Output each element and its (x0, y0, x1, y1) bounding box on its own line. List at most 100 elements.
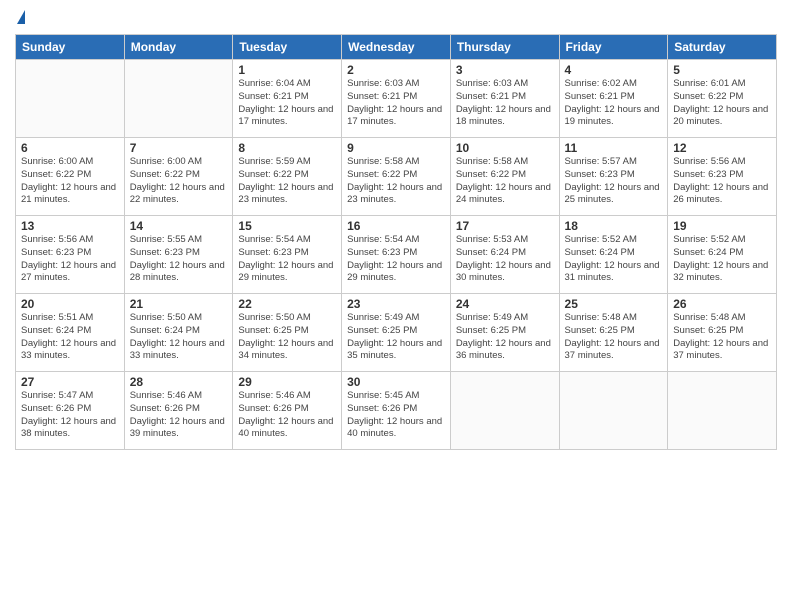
day-info: Sunrise: 5:54 AM Sunset: 6:23 PM Dayligh… (238, 234, 336, 285)
calendar-cell: 7Sunrise: 6:00 AM Sunset: 6:22 PM Daylig… (124, 138, 233, 216)
calendar-cell: 26Sunrise: 5:48 AM Sunset: 6:25 PM Dayli… (668, 294, 777, 372)
calendar-cell: 29Sunrise: 5:46 AM Sunset: 6:26 PM Dayli… (233, 372, 342, 450)
day-info: Sunrise: 6:04 AM Sunset: 6:21 PM Dayligh… (238, 78, 336, 129)
calendar-cell: 1Sunrise: 6:04 AM Sunset: 6:21 PM Daylig… (233, 60, 342, 138)
calendar-cell: 4Sunrise: 6:02 AM Sunset: 6:21 PM Daylig… (559, 60, 668, 138)
day-number: 13 (21, 219, 119, 233)
day-number: 20 (21, 297, 119, 311)
day-info: Sunrise: 5:47 AM Sunset: 6:26 PM Dayligh… (21, 390, 119, 441)
calendar-week-row: 20Sunrise: 5:51 AM Sunset: 6:24 PM Dayli… (16, 294, 777, 372)
calendar-cell: 20Sunrise: 5:51 AM Sunset: 6:24 PM Dayli… (16, 294, 125, 372)
calendar-cell: 15Sunrise: 5:54 AM Sunset: 6:23 PM Dayli… (233, 216, 342, 294)
day-number: 17 (456, 219, 554, 233)
day-number: 11 (565, 141, 663, 155)
calendar-cell: 23Sunrise: 5:49 AM Sunset: 6:25 PM Dayli… (342, 294, 451, 372)
day-info: Sunrise: 5:51 AM Sunset: 6:24 PM Dayligh… (21, 312, 119, 363)
day-number: 29 (238, 375, 336, 389)
page: SundayMondayTuesdayWednesdayThursdayFrid… (0, 0, 792, 612)
logo-text (15, 10, 25, 26)
calendar-header-row: SundayMondayTuesdayWednesdayThursdayFrid… (16, 35, 777, 60)
day-number: 8 (238, 141, 336, 155)
day-info: Sunrise: 5:56 AM Sunset: 6:23 PM Dayligh… (673, 156, 771, 207)
day-number: 14 (130, 219, 228, 233)
calendar-cell (559, 372, 668, 450)
day-number: 7 (130, 141, 228, 155)
logo (15, 10, 25, 26)
calendar-cell: 27Sunrise: 5:47 AM Sunset: 6:26 PM Dayli… (16, 372, 125, 450)
day-info: Sunrise: 5:56 AM Sunset: 6:23 PM Dayligh… (21, 234, 119, 285)
day-info: Sunrise: 5:46 AM Sunset: 6:26 PM Dayligh… (238, 390, 336, 441)
day-info: Sunrise: 5:50 AM Sunset: 6:25 PM Dayligh… (238, 312, 336, 363)
day-info: Sunrise: 5:48 AM Sunset: 6:25 PM Dayligh… (673, 312, 771, 363)
day-number: 18 (565, 219, 663, 233)
day-info: Sunrise: 5:52 AM Sunset: 6:24 PM Dayligh… (673, 234, 771, 285)
calendar-cell: 6Sunrise: 6:00 AM Sunset: 6:22 PM Daylig… (16, 138, 125, 216)
calendar-cell: 3Sunrise: 6:03 AM Sunset: 6:21 PM Daylig… (450, 60, 559, 138)
day-info: Sunrise: 5:45 AM Sunset: 6:26 PM Dayligh… (347, 390, 445, 441)
calendar-week-row: 13Sunrise: 5:56 AM Sunset: 6:23 PM Dayli… (16, 216, 777, 294)
calendar-cell (16, 60, 125, 138)
day-number: 27 (21, 375, 119, 389)
day-number: 22 (238, 297, 336, 311)
calendar-cell: 9Sunrise: 5:58 AM Sunset: 6:22 PM Daylig… (342, 138, 451, 216)
day-info: Sunrise: 5:49 AM Sunset: 6:25 PM Dayligh… (456, 312, 554, 363)
day-info: Sunrise: 6:00 AM Sunset: 6:22 PM Dayligh… (21, 156, 119, 207)
calendar-header-tuesday: Tuesday (233, 35, 342, 60)
day-info: Sunrise: 5:53 AM Sunset: 6:24 PM Dayligh… (456, 234, 554, 285)
calendar-cell: 21Sunrise: 5:50 AM Sunset: 6:24 PM Dayli… (124, 294, 233, 372)
calendar-cell: 28Sunrise: 5:46 AM Sunset: 6:26 PM Dayli… (124, 372, 233, 450)
day-info: Sunrise: 5:49 AM Sunset: 6:25 PM Dayligh… (347, 312, 445, 363)
day-info: Sunrise: 5:58 AM Sunset: 6:22 PM Dayligh… (456, 156, 554, 207)
day-info: Sunrise: 6:02 AM Sunset: 6:21 PM Dayligh… (565, 78, 663, 129)
day-number: 10 (456, 141, 554, 155)
day-number: 4 (565, 63, 663, 77)
calendar-cell (668, 372, 777, 450)
day-info: Sunrise: 5:54 AM Sunset: 6:23 PM Dayligh… (347, 234, 445, 285)
day-info: Sunrise: 6:00 AM Sunset: 6:22 PM Dayligh… (130, 156, 228, 207)
calendar-week-row: 1Sunrise: 6:04 AM Sunset: 6:21 PM Daylig… (16, 60, 777, 138)
calendar-cell: 13Sunrise: 5:56 AM Sunset: 6:23 PM Dayli… (16, 216, 125, 294)
calendar-cell: 22Sunrise: 5:50 AM Sunset: 6:25 PM Dayli… (233, 294, 342, 372)
day-info: Sunrise: 5:57 AM Sunset: 6:23 PM Dayligh… (565, 156, 663, 207)
day-info: Sunrise: 5:55 AM Sunset: 6:23 PM Dayligh… (130, 234, 228, 285)
day-number: 28 (130, 375, 228, 389)
calendar-table: SundayMondayTuesdayWednesdayThursdayFrid… (15, 34, 777, 450)
day-info: Sunrise: 5:48 AM Sunset: 6:25 PM Dayligh… (565, 312, 663, 363)
day-info: Sunrise: 5:58 AM Sunset: 6:22 PM Dayligh… (347, 156, 445, 207)
day-number: 3 (456, 63, 554, 77)
day-number: 23 (347, 297, 445, 311)
calendar-cell: 5Sunrise: 6:01 AM Sunset: 6:22 PM Daylig… (668, 60, 777, 138)
day-number: 6 (21, 141, 119, 155)
calendar-header-wednesday: Wednesday (342, 35, 451, 60)
calendar-header-thursday: Thursday (450, 35, 559, 60)
day-number: 5 (673, 63, 771, 77)
calendar-cell (450, 372, 559, 450)
day-number: 21 (130, 297, 228, 311)
day-number: 24 (456, 297, 554, 311)
header (15, 10, 777, 26)
day-info: Sunrise: 6:03 AM Sunset: 6:21 PM Dayligh… (456, 78, 554, 129)
calendar-header-friday: Friday (559, 35, 668, 60)
day-number: 26 (673, 297, 771, 311)
calendar-cell (124, 60, 233, 138)
calendar-header-saturday: Saturday (668, 35, 777, 60)
calendar-header-monday: Monday (124, 35, 233, 60)
calendar-cell: 25Sunrise: 5:48 AM Sunset: 6:25 PM Dayli… (559, 294, 668, 372)
calendar-cell: 16Sunrise: 5:54 AM Sunset: 6:23 PM Dayli… (342, 216, 451, 294)
day-info: Sunrise: 6:01 AM Sunset: 6:22 PM Dayligh… (673, 78, 771, 129)
day-number: 25 (565, 297, 663, 311)
day-number: 1 (238, 63, 336, 77)
day-number: 9 (347, 141, 445, 155)
calendar-cell: 8Sunrise: 5:59 AM Sunset: 6:22 PM Daylig… (233, 138, 342, 216)
calendar-cell: 19Sunrise: 5:52 AM Sunset: 6:24 PM Dayli… (668, 216, 777, 294)
day-number: 30 (347, 375, 445, 389)
calendar-cell: 18Sunrise: 5:52 AM Sunset: 6:24 PM Dayli… (559, 216, 668, 294)
calendar-cell: 2Sunrise: 6:03 AM Sunset: 6:21 PM Daylig… (342, 60, 451, 138)
day-number: 15 (238, 219, 336, 233)
day-info: Sunrise: 5:59 AM Sunset: 6:22 PM Dayligh… (238, 156, 336, 207)
day-number: 2 (347, 63, 445, 77)
day-number: 12 (673, 141, 771, 155)
calendar-cell: 24Sunrise: 5:49 AM Sunset: 6:25 PM Dayli… (450, 294, 559, 372)
day-number: 16 (347, 219, 445, 233)
calendar-cell: 30Sunrise: 5:45 AM Sunset: 6:26 PM Dayli… (342, 372, 451, 450)
